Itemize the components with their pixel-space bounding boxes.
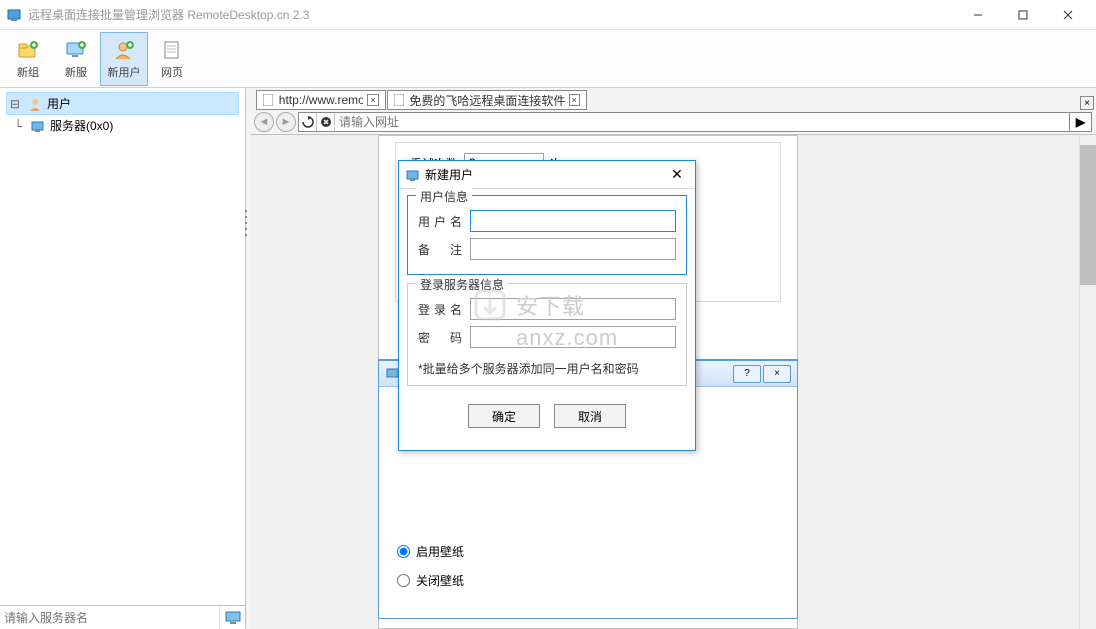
server-search-input[interactable] (0, 609, 219, 627)
radio-disable-label: 关闭壁纸 (416, 572, 464, 589)
page-icon (263, 94, 275, 106)
toolbar: 新组 新服 新用户 网页 (0, 30, 1096, 88)
dialog-note: *批量给多个服务器添加同一用户名和密码 (418, 360, 676, 377)
stop-button[interactable] (317, 113, 335, 131)
new-group-button[interactable]: 新组 (4, 32, 52, 86)
legend-user-info: 用户信息 (416, 188, 472, 205)
tree-server-label: 服务器(0x0) (50, 117, 113, 134)
tab-1-close[interactable]: × (367, 94, 379, 106)
dialog-icon (405, 167, 421, 183)
tabs-close-all[interactable]: × (1080, 96, 1094, 110)
scrollbar-thumb[interactable] (1080, 145, 1096, 285)
wallpaper-enable-row[interactable]: 启用壁纸 (379, 537, 797, 566)
page-icon (160, 38, 184, 62)
monitor-plus-icon (64, 38, 88, 62)
titlebar: 远程桌面连接批量管理浏览器 RemoteDesktop.cn 2.3 (0, 0, 1096, 30)
label-password: 密 码 (418, 329, 462, 346)
blank-icon: └ (10, 119, 26, 133)
radio-enable-label: 启用壁纸 (416, 543, 464, 560)
nav-back-button[interactable]: ◄ (254, 112, 274, 132)
go-button[interactable]: ▶ (1069, 113, 1091, 131)
dialog-titlebar[interactable]: 新建用户 ✕ (399, 161, 695, 189)
tree-view[interactable]: ⊟ 用户 └ 服务器(0x0) (0, 88, 245, 605)
new-group-label: 新组 (17, 64, 39, 80)
browser-tabs: http://www.remo × 免费的飞哈远程桌面连接软件 - × × (250, 88, 1096, 110)
tab-2-label: 免费的飞哈远程桌面连接软件 - (409, 92, 564, 109)
address-bar: ◄ ► ▶ (250, 110, 1096, 134)
left-bottom-bar (0, 605, 245, 629)
new-user-label: 新用户 (108, 64, 141, 80)
app-icon (6, 7, 22, 23)
radio-enable-wallpaper[interactable] (397, 545, 410, 558)
new-server-button[interactable]: 新服 (52, 32, 100, 86)
new-server-label: 新服 (65, 64, 87, 80)
minimize-button[interactable] (955, 1, 1000, 29)
splitter-handle[interactable] (244, 208, 248, 238)
computer-icon-button[interactable] (219, 607, 245, 629)
nav-forward-button[interactable]: ► (276, 112, 296, 132)
dialog-buttons: 确定 取消 (407, 394, 687, 440)
dialog-close-button[interactable]: ✕ (665, 165, 689, 185)
label-login: 登录名 (418, 301, 462, 318)
label-username: 用户名 (418, 213, 462, 230)
tree-item-server[interactable]: └ 服务器(0x0) (6, 115, 239, 136)
fieldset-user-info: 用户信息 用户名 备 注 (407, 195, 687, 275)
expand-icon[interactable]: ⊟ (7, 97, 23, 111)
sub-close-button[interactable]: × (763, 365, 791, 383)
web-page-button[interactable]: 网页 (148, 32, 196, 86)
label-remark: 备 注 (418, 241, 462, 258)
address-input-wrap: ▶ (298, 112, 1092, 132)
folder-plus-icon (16, 38, 40, 62)
refresh-button[interactable] (299, 113, 317, 131)
tree-user-label: 用户 (47, 95, 71, 112)
sub-help-button[interactable]: ? (733, 365, 761, 383)
new-user-dialog: 新建用户 ✕ 用户信息 用户名 备 注 登录服务器信息 登录名 密 码 (398, 160, 696, 451)
input-password[interactable] (470, 326, 676, 348)
close-button[interactable] (1045, 1, 1090, 29)
tab-1[interactable]: http://www.remo × (256, 90, 386, 110)
fieldset-login-info: 登录服务器信息 登录名 密 码 *批量给多个服务器添加同一用户名和密码 (407, 283, 687, 386)
server-icon (30, 118, 46, 134)
dialog-title: 新建用户 (425, 166, 473, 183)
vertical-scrollbar[interactable] (1079, 135, 1096, 629)
new-user-button[interactable]: 新用户 (100, 32, 148, 86)
tree-item-user[interactable]: ⊟ 用户 (6, 92, 239, 115)
maximize-button[interactable] (1000, 1, 1045, 29)
wallpaper-disable-row[interactable]: 关闭壁纸 (379, 566, 797, 595)
radio-disable-wallpaper[interactable] (397, 574, 410, 587)
user-plus-icon (112, 38, 136, 62)
tab-1-label: http://www.remo (279, 93, 363, 107)
legend-login-info: 登录服务器信息 (416, 276, 508, 293)
tab-2[interactable]: 免费的飞哈远程桌面连接软件 - × (387, 90, 587, 110)
left-pane: ⊟ 用户 └ 服务器(0x0) (0, 88, 246, 629)
ok-button[interactable]: 确定 (468, 404, 540, 428)
dialog-body: 用户信息 用户名 备 注 登录服务器信息 登录名 密 码 *批量给多个服务器添加… (399, 189, 695, 450)
window-title: 远程桌面连接批量管理浏览器 RemoteDesktop.cn 2.3 (28, 6, 955, 23)
web-page-label: 网页 (161, 64, 183, 80)
address-input[interactable] (335, 115, 1069, 129)
input-login[interactable] (470, 298, 676, 320)
page-icon (394, 94, 405, 106)
cancel-button[interactable]: 取消 (554, 404, 626, 428)
user-icon (27, 96, 43, 112)
input-username[interactable] (470, 210, 676, 232)
tab-2-close[interactable]: × (569, 94, 581, 106)
input-remark[interactable] (470, 238, 676, 260)
